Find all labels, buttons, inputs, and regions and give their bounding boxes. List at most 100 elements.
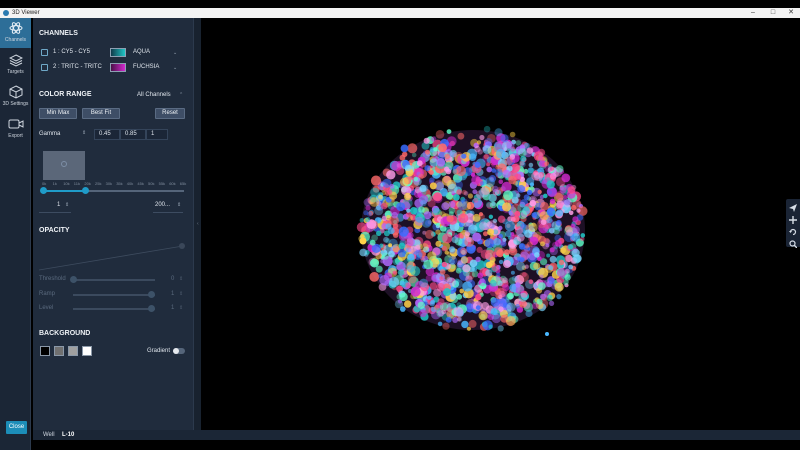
status-bar: Well L-10 xyxy=(33,430,800,440)
cell-particle xyxy=(561,173,571,183)
channel-1-checkbox[interactable] xyxy=(41,49,48,56)
gamma-field-3[interactable]: 1 xyxy=(146,129,168,140)
cell-particle xyxy=(543,193,548,199)
cell-particle xyxy=(456,189,462,195)
3d-volume-render[interactable] xyxy=(201,18,800,430)
range-max-value[interactable]: 200... xyxy=(155,202,170,208)
range-min-handle[interactable] xyxy=(40,187,47,194)
gamma-field-1[interactable]: 0.45 xyxy=(94,129,120,140)
histogram-tick-label: 25k xyxy=(95,181,102,186)
cell-particle xyxy=(517,185,526,193)
cell-particle xyxy=(429,170,434,175)
cell-particle xyxy=(430,136,437,142)
opacity-curve[interactable] xyxy=(39,242,185,272)
background-swatch-black[interactable] xyxy=(40,346,50,356)
min-max-button[interactable]: Min Max xyxy=(39,108,77,119)
cell-particle xyxy=(437,321,443,327)
cell-particle xyxy=(386,170,396,180)
chevron-down-icon[interactable]: ⌄ xyxy=(173,65,177,71)
gamma-stepper-icon[interactable]: ⇕ xyxy=(82,130,86,136)
threshold-slider-track[interactable] xyxy=(73,279,155,281)
move-icon[interactable] xyxy=(786,211,800,224)
window-close-button[interactable]: ✕ xyxy=(782,8,800,18)
min-stepper-icon[interactable]: ⇕ xyxy=(65,202,69,208)
cell-particle xyxy=(366,211,372,217)
cell-particle xyxy=(404,164,412,172)
range-slider-fill xyxy=(43,190,85,192)
chevron-down-icon[interactable]: ⌄ xyxy=(173,50,177,56)
cell-particle xyxy=(515,282,521,288)
level-value[interactable]: 1 xyxy=(171,305,174,311)
gradient-toggle[interactable] xyxy=(173,348,185,354)
threshold-slider-handle[interactable] xyxy=(70,276,77,283)
send-icon[interactable] xyxy=(786,199,800,212)
channel-2-color-swatch[interactable] xyxy=(110,63,126,72)
cell-particle xyxy=(540,241,545,247)
histogram-tick-label: 0k xyxy=(42,181,47,186)
range-min-value[interactable]: 1 xyxy=(57,202,60,208)
histogram-tick-label: 45k xyxy=(137,181,144,186)
cell-particle xyxy=(477,149,483,155)
gamma-field-2[interactable]: 0.85 xyxy=(120,129,146,140)
opacity-heading: OPACITY xyxy=(39,227,70,234)
3d-viewport[interactable] xyxy=(201,18,800,430)
max-stepper-icon[interactable]: ⇕ xyxy=(177,202,181,208)
cell-particle xyxy=(528,162,534,168)
channel-2-color-name[interactable]: FUCHSIA xyxy=(133,64,159,70)
rail-item-export[interactable]: Export xyxy=(0,114,31,144)
zoom-icon[interactable] xyxy=(786,235,800,249)
background-swatch-light-gray[interactable] xyxy=(68,346,78,356)
panel-splitter[interactable]: ‹ xyxy=(193,18,201,430)
cell-particle xyxy=(437,298,445,306)
threshold-stepper-icon[interactable]: ⇕ xyxy=(179,276,183,282)
maximize-button[interactable]: □ xyxy=(764,8,782,18)
reset-button[interactable]: Reset xyxy=(155,108,185,119)
channel-1-color-swatch[interactable] xyxy=(110,48,126,57)
cell-particle xyxy=(369,197,380,207)
cell-particle xyxy=(356,222,367,233)
histogram-peak-marker xyxy=(61,161,67,167)
cell-particle xyxy=(488,214,494,219)
rotate-icon[interactable] xyxy=(786,223,800,236)
cell-particle xyxy=(482,145,492,154)
chevron-up-icon[interactable]: ⌃ xyxy=(179,92,183,98)
background-swatch-dark-gray[interactable] xyxy=(54,346,64,356)
background-swatch-white[interactable] xyxy=(82,346,92,356)
ramp-value[interactable]: 1 xyxy=(171,291,174,297)
cell-particle xyxy=(508,175,517,185)
channel-2-name: 2 : TRITC - TRITC xyxy=(53,64,102,70)
close-button[interactable]: Close xyxy=(6,421,27,434)
cell-particle xyxy=(523,194,530,201)
cell-particle xyxy=(503,260,511,268)
channel-scope-select[interactable]: All Channels xyxy=(137,92,171,98)
minimize-button[interactable]: – xyxy=(744,8,762,18)
cell-particle xyxy=(498,306,504,312)
cell-particle xyxy=(441,202,450,211)
ramp-slider-handle[interactable] xyxy=(148,291,155,298)
cell-particle xyxy=(419,184,427,192)
level-slider-track[interactable] xyxy=(73,308,155,310)
cell-particle xyxy=(484,177,495,188)
ramp-slider-track[interactable] xyxy=(73,294,155,296)
cell-particle xyxy=(533,151,544,162)
cell-particle xyxy=(515,304,520,309)
cell-particle xyxy=(389,183,395,189)
ramp-stepper-icon[interactable]: ⇕ xyxy=(179,291,183,297)
cell-particle xyxy=(459,234,464,239)
channel-1-color-name[interactable]: AQUA xyxy=(133,49,150,55)
rail-item-channels[interactable]: Channels xyxy=(0,18,31,48)
channel-2-checkbox[interactable] xyxy=(41,64,48,71)
threshold-value[interactable]: 0 xyxy=(171,276,174,282)
cell-particle xyxy=(442,322,450,330)
cell-particle xyxy=(419,309,427,318)
rail-item-targets[interactable]: Targets xyxy=(0,50,31,80)
cell-particle xyxy=(416,160,423,167)
rail-item-3d-settings[interactable]: 3D Settings xyxy=(0,82,31,112)
level-stepper-icon[interactable]: ⇕ xyxy=(179,305,183,311)
gamma-label: Gamma xyxy=(39,131,61,137)
level-slider-handle[interactable] xyxy=(148,305,155,312)
range-max-handle[interactable] xyxy=(82,187,89,194)
cell-particle xyxy=(475,294,482,301)
best-fit-button[interactable]: Best Fit xyxy=(82,108,120,119)
histogram-tick-label: 50k xyxy=(148,181,155,186)
